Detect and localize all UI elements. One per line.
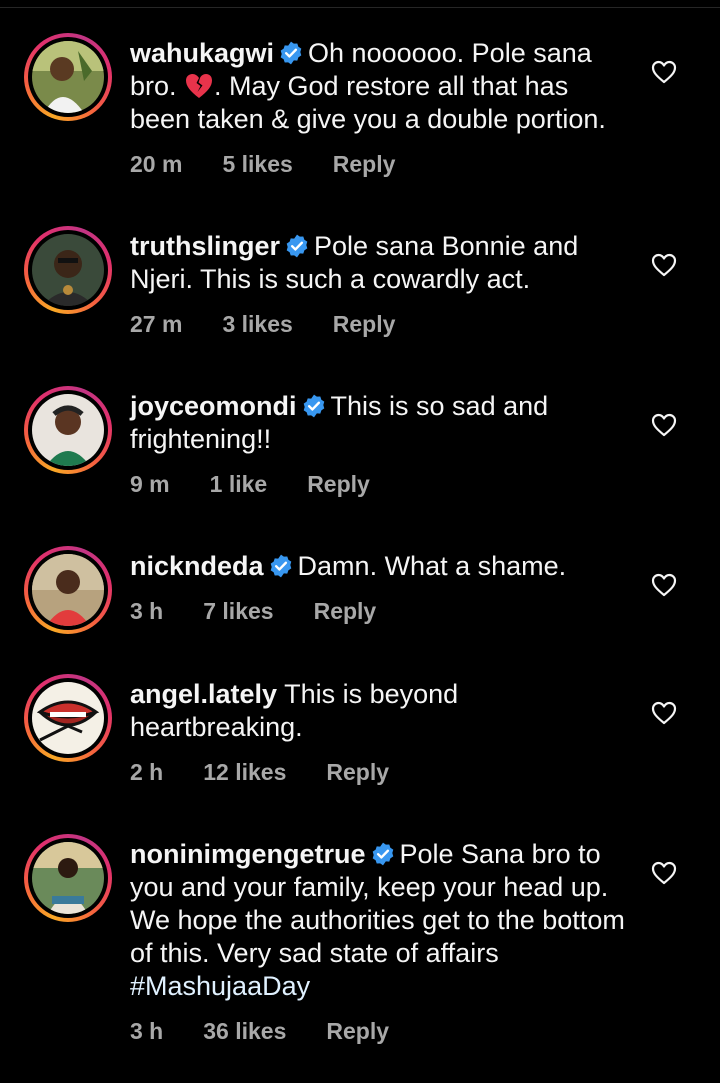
- reply-button[interactable]: Reply: [326, 758, 389, 786]
- broken-heart-icon: [186, 74, 213, 98]
- hashtag-link[interactable]: #MashujaaDay: [130, 971, 310, 1001]
- verified-badge-icon: [286, 234, 308, 258]
- like-heart-icon[interactable]: [651, 861, 677, 885]
- likes-count[interactable]: 12 likes: [203, 758, 286, 786]
- like-heart-icon[interactable]: [651, 701, 677, 725]
- comment-meta: 9 m 1 like Reply: [130, 470, 370, 498]
- likes-count[interactable]: 3 likes: [222, 310, 292, 338]
- comment-text: wahukagwi Oh noooooo. Pole sana bro. . Ma…: [130, 37, 630, 136]
- comment-meta: 3 h 7 likes Reply: [130, 597, 376, 625]
- comment-meta: 3 h 36 likes Reply: [130, 1017, 389, 1045]
- comment-time: 27 m: [130, 311, 183, 337]
- comment-time: 9 m: [130, 471, 170, 497]
- comment-time: 3 h: [130, 1018, 164, 1044]
- comment-text: noninimgengetrue Pole Sana bro to you and…: [130, 838, 630, 1003]
- like-heart-icon[interactable]: [651, 60, 677, 84]
- likes-count[interactable]: 5 likes: [222, 150, 292, 178]
- comment-text: joyceomondi This is so sad and frightenin…: [130, 390, 630, 456]
- comment-text: truthslinger Pole sana Bonnie and Njeri. …: [130, 230, 630, 296]
- comment-meta: 2 h 12 likes Reply: [130, 758, 389, 786]
- verified-badge-icon: [303, 394, 324, 418]
- comment-meta: 27 m 3 likes Reply: [130, 310, 395, 338]
- reply-button[interactable]: Reply: [333, 310, 396, 338]
- verified-badge-icon: [270, 554, 291, 578]
- comment-time: 20 m: [130, 151, 183, 177]
- like-heart-icon[interactable]: [651, 253, 677, 277]
- username[interactable]: joyceomondi: [130, 391, 297, 421]
- username[interactable]: noninimgengetrue: [130, 839, 366, 869]
- comment-body: Damn. What a shame.: [297, 551, 567, 581]
- reply-button[interactable]: Reply: [326, 1017, 389, 1045]
- verified-badge-icon: [280, 41, 302, 65]
- comment-time: 3 h: [130, 598, 164, 624]
- reply-button[interactable]: Reply: [333, 150, 396, 178]
- verified-badge-icon: [372, 842, 393, 866]
- likes-count[interactable]: 7 likes: [203, 597, 273, 625]
- avatar[interactable]: [24, 674, 112, 762]
- comment-text: nickndeda Damn. What a shame.: [130, 550, 630, 583]
- reply-button[interactable]: Reply: [314, 597, 377, 625]
- top-divider: [0, 0, 720, 8]
- comment-time: 2 h: [130, 759, 164, 785]
- avatar[interactable]: [24, 33, 112, 121]
- username[interactable]: angel.lately: [130, 679, 277, 709]
- avatar[interactable]: [24, 834, 112, 922]
- comment-text: angel.lately This is beyond heartbreakin…: [130, 678, 630, 744]
- reply-button[interactable]: Reply: [307, 470, 370, 498]
- username[interactable]: nickndeda: [130, 551, 264, 581]
- avatar[interactable]: [24, 226, 112, 314]
- username[interactable]: wahukagwi: [130, 38, 274, 68]
- likes-count[interactable]: 1 like: [210, 470, 268, 498]
- comment-meta: 20 m 5 likes Reply: [130, 150, 395, 178]
- username[interactable]: truthslinger: [130, 231, 280, 261]
- like-heart-icon[interactable]: [651, 573, 677, 597]
- avatar[interactable]: [24, 386, 112, 474]
- like-heart-icon[interactable]: [651, 413, 677, 437]
- avatar[interactable]: [24, 546, 112, 634]
- likes-count[interactable]: 36 likes: [203, 1017, 286, 1045]
